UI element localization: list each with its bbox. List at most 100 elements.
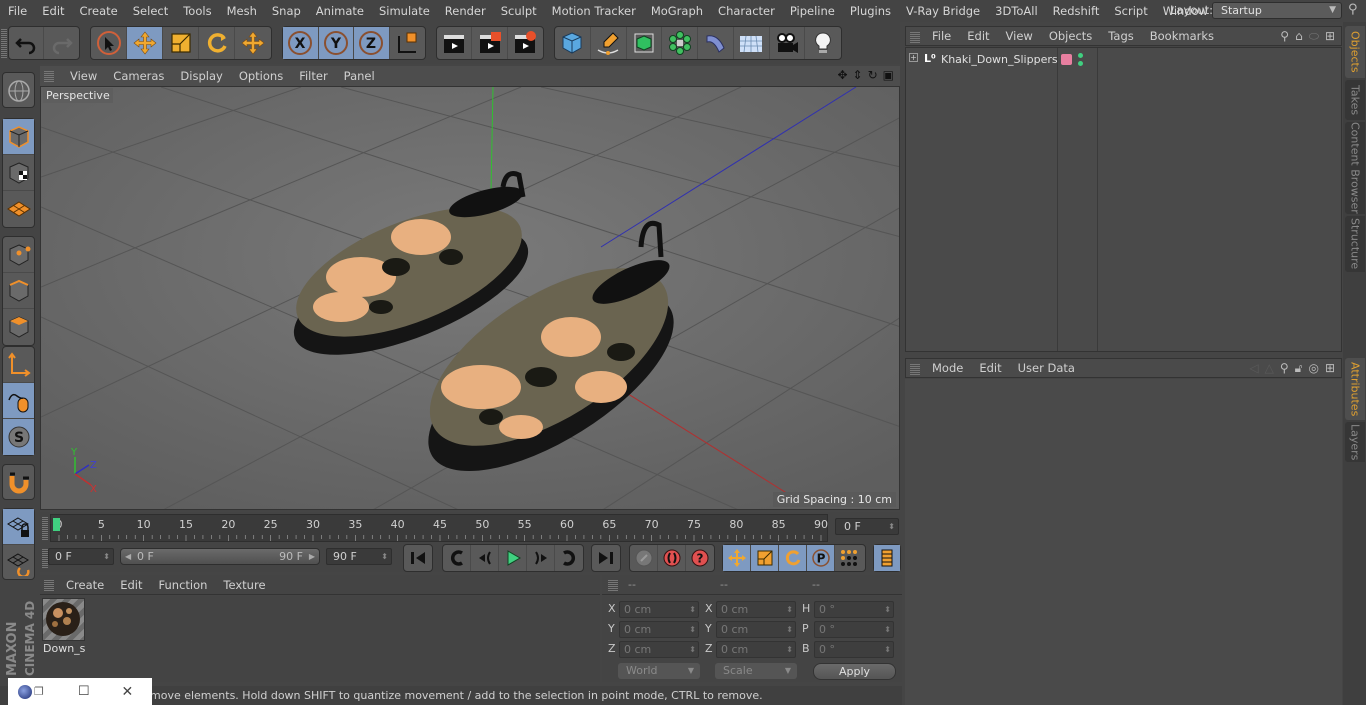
position-key-button[interactable] bbox=[723, 545, 751, 571]
live-selection-button[interactable] bbox=[91, 27, 127, 59]
material-menu-texture[interactable]: Texture bbox=[215, 578, 273, 592]
objects-menu-view[interactable]: View bbox=[998, 29, 1041, 43]
material-name[interactable]: Down_s bbox=[43, 642, 85, 655]
tab-takes[interactable]: Takes bbox=[1345, 80, 1365, 120]
subdivision-surface-button[interactable] bbox=[627, 27, 663, 59]
rot-p-field[interactable]: 0 ° ⬍ bbox=[814, 621, 894, 638]
coordinate-mode-dropdown[interactable]: World ▼ bbox=[618, 663, 700, 679]
rotate-button[interactable] bbox=[199, 27, 235, 59]
expand-icon[interactable]: + bbox=[909, 53, 918, 62]
layout-dropdown[interactable]: Startup ▼ bbox=[1212, 2, 1342, 19]
spinner-icon[interactable]: ⬍ bbox=[381, 549, 388, 564]
pos-x-field[interactable]: 0 cm ⬍ bbox=[619, 601, 699, 618]
rot-b-field[interactable]: 0 ° ⬍ bbox=[814, 641, 894, 658]
point-level-key-button[interactable] bbox=[835, 545, 863, 571]
viewport-menu-display[interactable]: Display bbox=[172, 69, 230, 83]
pos-y-field[interactable]: 0 cm ⬍ bbox=[619, 621, 699, 638]
objects-menu-bookmarks[interactable]: Bookmarks bbox=[1142, 29, 1222, 43]
tab-attributes[interactable]: Attributes bbox=[1345, 358, 1365, 420]
playhead[interactable] bbox=[53, 518, 60, 531]
play-button[interactable] bbox=[499, 545, 527, 571]
scale-key-button[interactable] bbox=[751, 545, 779, 571]
cloner-button[interactable] bbox=[662, 27, 698, 59]
search-icon[interactable]: ⚲ bbox=[1280, 29, 1289, 44]
tab-layers[interactable]: Layers bbox=[1345, 422, 1365, 462]
close-icon[interactable]: ✕ bbox=[122, 684, 134, 700]
viewport-menu-filter[interactable]: Filter bbox=[291, 69, 335, 83]
floor-button[interactable] bbox=[734, 27, 770, 59]
menu-plugins[interactable]: Plugins bbox=[842, 4, 898, 18]
range-right-arrow-icon[interactable]: ▶ bbox=[309, 549, 315, 564]
menu-3dtoall[interactable]: 3DToAll bbox=[987, 4, 1045, 18]
render-settings-button[interactable] bbox=[508, 27, 543, 59]
new-panel-icon[interactable]: ⊞ bbox=[1325, 29, 1335, 44]
tab-structure[interactable]: Structure bbox=[1345, 216, 1365, 272]
coordinate-system-button[interactable] bbox=[390, 27, 425, 59]
menu-redshift[interactable]: Redshift bbox=[1045, 4, 1107, 18]
parameter-key-button[interactable]: P bbox=[807, 545, 835, 571]
camera-button[interactable] bbox=[770, 27, 806, 59]
back-arrow-icon[interactable]: ◁ bbox=[1249, 361, 1258, 376]
object-name[interactable]: Khaki_Down_Slippers bbox=[941, 53, 1058, 66]
objects-menu-tags[interactable]: Tags bbox=[1100, 29, 1141, 43]
z-axis-button[interactable]: Z bbox=[354, 27, 390, 59]
snap-button[interactable] bbox=[3, 465, 34, 501]
menu-motion-tracker[interactable]: Motion Tracker bbox=[544, 4, 643, 18]
menu-select[interactable]: Select bbox=[125, 4, 175, 18]
objects-menu-file[interactable]: File bbox=[924, 29, 959, 43]
material-swatch[interactable] bbox=[42, 598, 85, 641]
new-panel-icon[interactable]: ⊞ bbox=[1325, 361, 1335, 376]
menu-tools[interactable]: Tools bbox=[175, 4, 218, 18]
spinner-icon[interactable]: ⬍ bbox=[884, 602, 891, 617]
panel-grip[interactable] bbox=[608, 579, 618, 591]
menu-file[interactable]: File bbox=[0, 4, 34, 18]
timeline-ruler[interactable]: 051015202530354045505560657075808590 bbox=[50, 514, 828, 542]
range-left-arrow-icon[interactable]: ◀ bbox=[125, 549, 131, 564]
spinner-icon[interactable]: ⬍ bbox=[786, 642, 793, 657]
attributes-menu-user-data[interactable]: User Data bbox=[1010, 361, 1083, 375]
record-active-button[interactable] bbox=[630, 545, 658, 571]
panel-grip[interactable] bbox=[910, 31, 920, 43]
rotation-key-button[interactable] bbox=[779, 545, 807, 571]
go-to-end-button[interactable] bbox=[592, 545, 620, 571]
deformer-button[interactable] bbox=[698, 27, 734, 59]
search-icon[interactable]: ⚲ bbox=[1348, 2, 1358, 17]
pos-z-field[interactable]: 0 cm ⬍ bbox=[619, 641, 699, 658]
eye-icon[interactable]: ⬭ bbox=[1309, 29, 1319, 44]
polygons-mode-button[interactable] bbox=[3, 309, 34, 345]
edges-mode-button[interactable] bbox=[3, 273, 34, 309]
render-visibility-dot[interactable] bbox=[1078, 61, 1083, 66]
solo-button[interactable]: S bbox=[3, 419, 34, 455]
tab-content-browser[interactable]: Content Browser bbox=[1345, 122, 1365, 214]
panel-grip[interactable] bbox=[44, 70, 54, 82]
menu-vray-bridge[interactable]: V-Ray Bridge bbox=[898, 4, 987, 18]
undo-button[interactable] bbox=[9, 27, 45, 59]
end-frame-field[interactable]: 90 F ⬍ bbox=[326, 548, 392, 565]
points-mode-button[interactable] bbox=[3, 237, 34, 273]
target-icon[interactable]: ◎ bbox=[1308, 361, 1318, 376]
spinner-icon[interactable]: ⬍ bbox=[884, 642, 891, 657]
keyframe-selection-button[interactable]: ? bbox=[686, 545, 714, 571]
rot-h-field[interactable]: 0 ° ⬍ bbox=[814, 601, 894, 618]
maximize-icon[interactable]: ☐ bbox=[78, 684, 90, 699]
objects-menu-objects[interactable]: Objects bbox=[1041, 29, 1100, 43]
model-mode-button[interactable] bbox=[3, 119, 34, 155]
previous-frame-button[interactable] bbox=[471, 545, 499, 571]
timeline-window-button[interactable] bbox=[874, 545, 900, 571]
objects-menu-edit[interactable]: Edit bbox=[959, 29, 997, 43]
redo-button[interactable] bbox=[44, 27, 79, 59]
menu-mesh[interactable]: Mesh bbox=[219, 4, 264, 18]
size-y-field[interactable]: 0 cm ⬍ bbox=[716, 621, 796, 638]
current-frame-field[interactable]: 0 F ⬍ bbox=[835, 518, 899, 535]
spinner-icon[interactable]: ⬍ bbox=[689, 642, 696, 657]
light-button[interactable] bbox=[805, 27, 841, 59]
viewport-menu-options[interactable]: Options bbox=[231, 69, 291, 83]
next-frame-button[interactable] bbox=[527, 545, 555, 571]
object-row[interactable]: + L⁰ Khaki_Down_Slippers bbox=[906, 50, 1341, 70]
panel-grip[interactable] bbox=[910, 363, 920, 375]
viewport-menu-panel[interactable]: Panel bbox=[336, 69, 383, 83]
spinner-icon[interactable]: ⬍ bbox=[103, 549, 110, 564]
axis-mode-button[interactable] bbox=[3, 347, 34, 383]
make-editable-button[interactable] bbox=[3, 73, 34, 109]
scale-button[interactable] bbox=[163, 27, 199, 59]
